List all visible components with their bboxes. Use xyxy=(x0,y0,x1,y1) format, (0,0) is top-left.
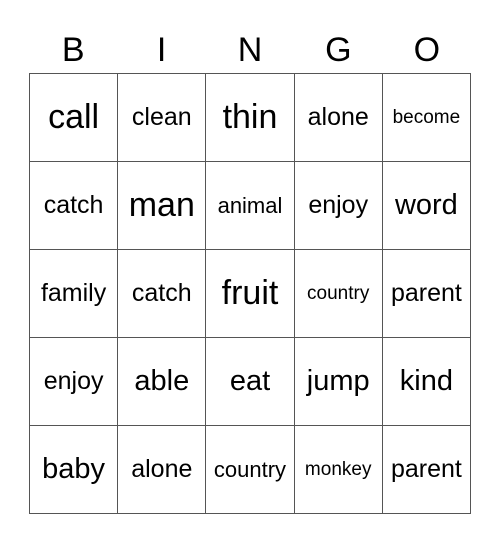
bingo-cell[interactable]: alone xyxy=(294,74,383,162)
bingo-cell[interactable]: become xyxy=(382,74,471,162)
bingo-cell[interactable]: monkey xyxy=(294,426,383,514)
header-letter-i: I xyxy=(156,31,167,69)
bingo-cell[interactable]: man xyxy=(118,162,207,250)
header-letter-n: N xyxy=(237,31,263,69)
bingo-cell[interactable]: word xyxy=(382,162,471,250)
bingo-cell[interactable]: parent xyxy=(382,250,471,338)
bingo-cell[interactable]: kind xyxy=(382,338,471,426)
bingo-cell[interactable]: enjoy xyxy=(294,162,383,250)
bingo-cell[interactable]: clean xyxy=(118,74,207,162)
bingo-grid: call clean thin alone become catch man a… xyxy=(29,73,471,514)
bingo-cell[interactable]: baby xyxy=(30,426,119,514)
bingo-cell[interactable]: thin xyxy=(206,74,295,162)
header-letter-g: G xyxy=(325,31,352,69)
bingo-cell[interactable]: enjoy xyxy=(30,338,119,426)
bingo-cell[interactable]: family xyxy=(30,250,119,338)
bingo-cell[interactable]: eat xyxy=(206,338,295,426)
bingo-cell[interactable]: alone xyxy=(118,426,207,514)
header-letter-o: O xyxy=(413,31,441,69)
bingo-cell[interactable]: call xyxy=(30,74,119,162)
bingo-cell[interactable]: animal xyxy=(206,162,295,250)
bingo-cell[interactable]: catch xyxy=(30,162,119,250)
bingo-header: B I N G O xyxy=(29,28,471,72)
header-letter-b: B xyxy=(61,31,85,69)
bingo-cell[interactable]: country xyxy=(206,426,295,514)
bingo-cell[interactable]: country xyxy=(294,250,383,338)
bingo-cell[interactable]: catch xyxy=(118,250,207,338)
bingo-cell[interactable]: able xyxy=(118,338,207,426)
bingo-cell[interactable]: jump xyxy=(294,338,383,426)
bingo-cell[interactable]: parent xyxy=(382,426,471,514)
bingo-cell[interactable]: fruit xyxy=(206,250,295,338)
